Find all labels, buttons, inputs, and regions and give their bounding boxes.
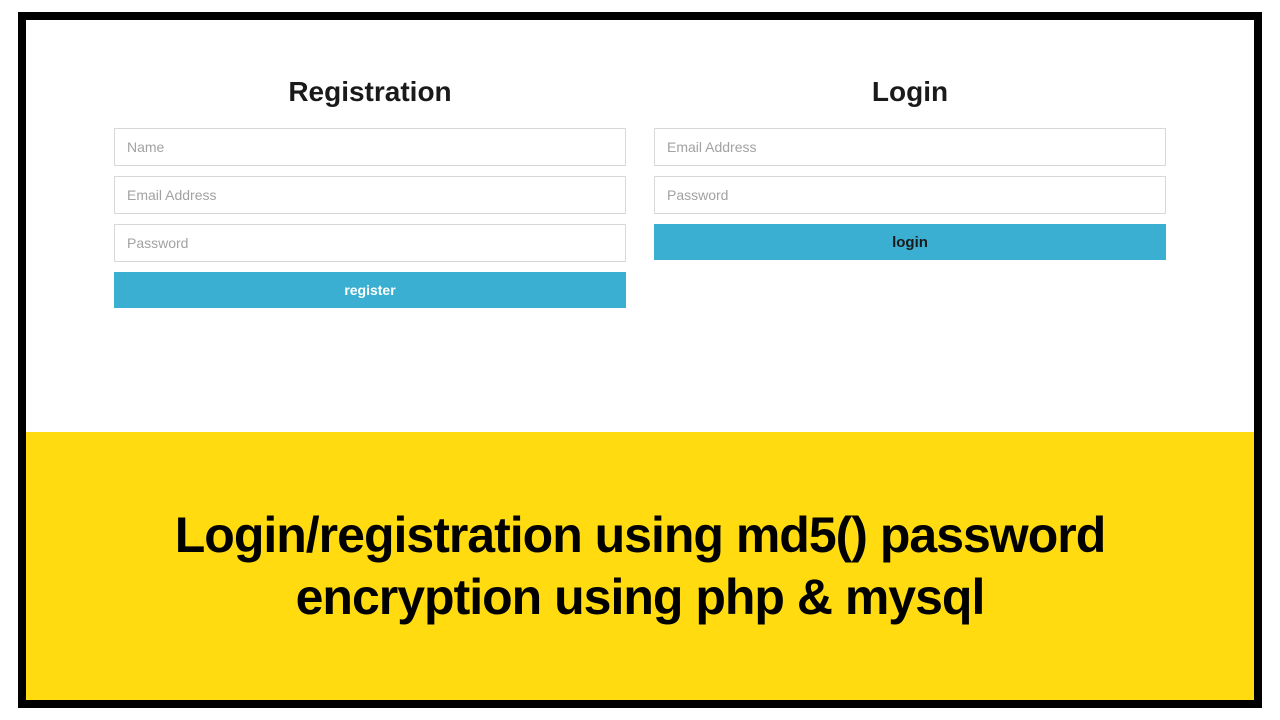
outer-frame: Registration register Login login Login/…	[18, 12, 1262, 708]
email-input[interactable]	[114, 176, 626, 214]
caption-text: Login/registration using md5() password …	[86, 504, 1194, 629]
login-button[interactable]: login	[654, 224, 1166, 260]
login-form: Login login	[654, 76, 1166, 308]
registration-heading: Registration	[114, 76, 626, 108]
caption-band: Login/registration using md5() password …	[26, 432, 1254, 700]
name-input[interactable]	[114, 128, 626, 166]
forms-container: Registration register Login login	[114, 76, 1166, 308]
login-heading: Login	[654, 76, 1166, 108]
login-password-input[interactable]	[654, 176, 1166, 214]
password-input[interactable]	[114, 224, 626, 262]
registration-form: Registration register	[114, 76, 626, 308]
login-email-input[interactable]	[654, 128, 1166, 166]
register-button[interactable]: register	[114, 272, 626, 308]
